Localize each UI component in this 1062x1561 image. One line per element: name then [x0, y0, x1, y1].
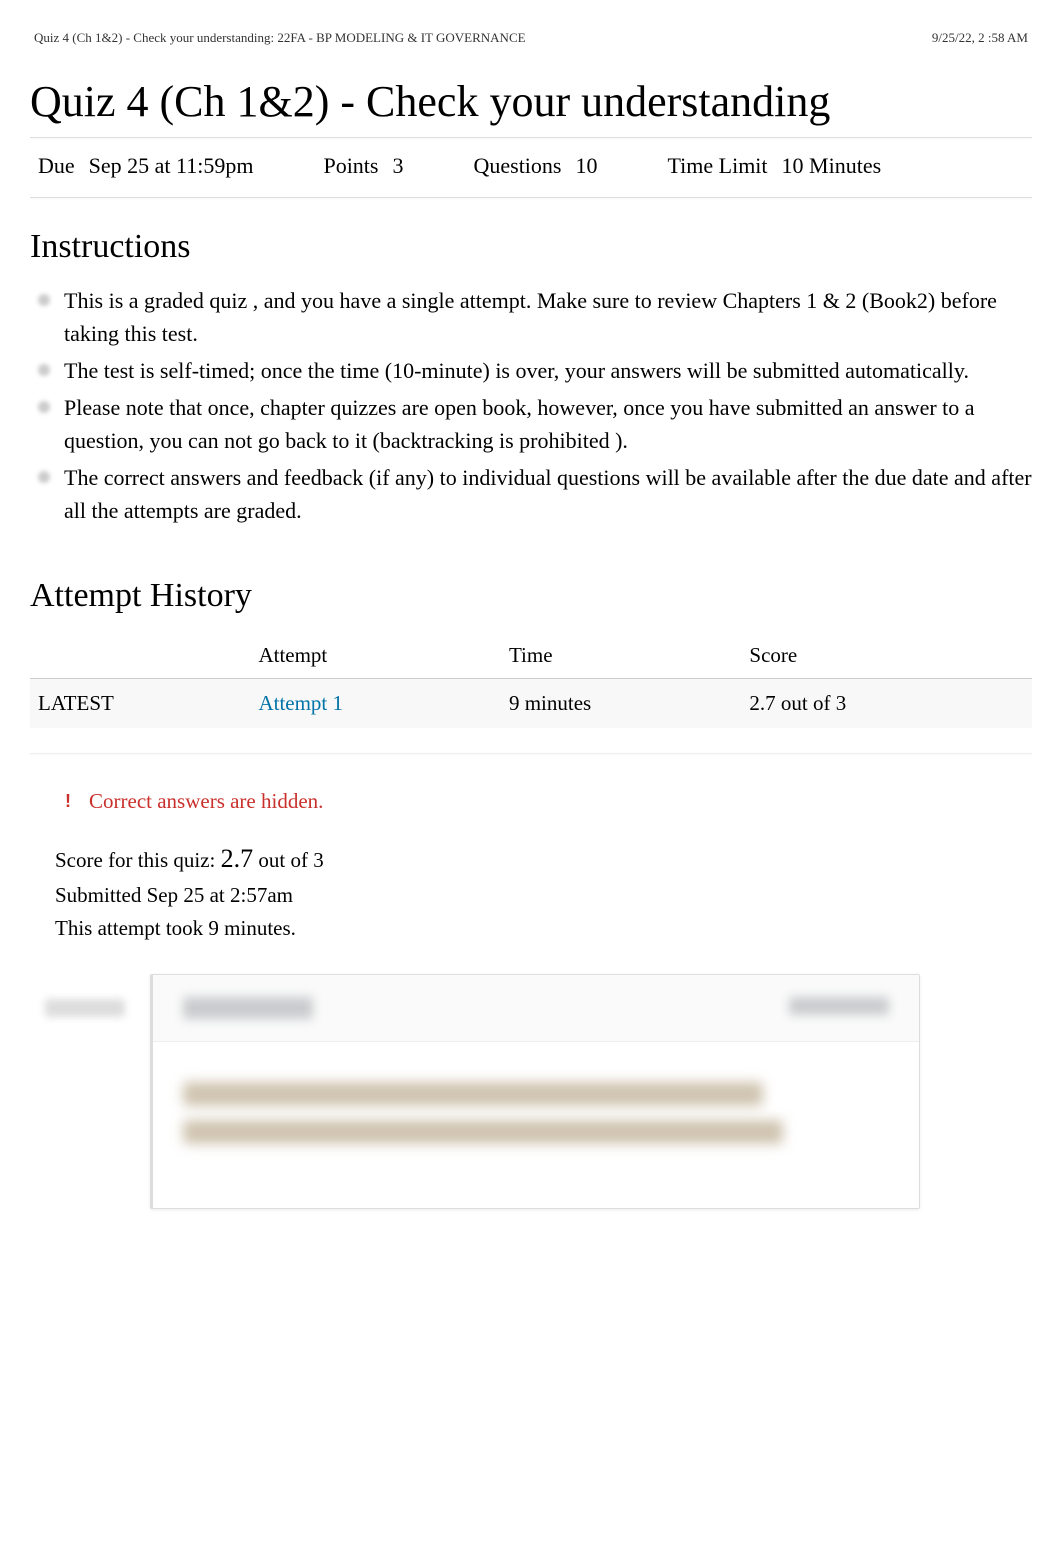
submitted-line: Submitted Sep 25 at 2:57am — [55, 879, 1032, 912]
divider — [30, 197, 1032, 198]
cell-status: LATEST — [30, 679, 250, 729]
question-header — [153, 975, 919, 1042]
duration-line: This attempt took 9 minutes. — [55, 912, 1032, 945]
meta-points-value: 3 — [392, 153, 403, 178]
question-card — [150, 974, 920, 1209]
meta-questions-value: 10 — [575, 153, 597, 178]
meta-due-value: Sep 25 at 11:59pm — [89, 153, 254, 178]
attempt-history-table: Attempt Time Score LATEST Attempt 1 9 mi… — [30, 633, 1032, 728]
instruction-item: This is a graded quiz , and you have a s… — [34, 284, 1032, 350]
hidden-answers-notice: ! Correct answers are hidden. — [65, 789, 1032, 814]
question-body-blurred — [153, 1042, 919, 1208]
meta-due-label: Due — [38, 153, 75, 178]
score-suffix: out of 3 — [258, 848, 323, 872]
header-left: Quiz 4 (Ch 1&2) - Check your understandi… — [34, 30, 526, 46]
meta-points: Points 3 — [323, 153, 403, 179]
header-right: 9/25/22, 2 :58 AM — [932, 30, 1028, 46]
col-status-header — [30, 633, 250, 679]
meta-timelimit-value: 10 Minutes — [782, 153, 882, 178]
attempt-history-heading: Attempt History — [30, 577, 1032, 615]
instruction-item: The correct answers and feedback (if any… — [34, 461, 1032, 527]
table-row: LATEST Attempt 1 9 minutes 2.7 out of 3 — [30, 679, 1032, 729]
meta-questions: Questions 10 — [473, 153, 597, 179]
score-line: Score for this quiz: 2.7 out of 3 — [55, 839, 1032, 879]
score-prefix: Score for this quiz: — [55, 848, 221, 872]
question-card-wrapper — [150, 974, 920, 1209]
col-attempt-header: Attempt — [250, 633, 501, 679]
instructions-list: This is a graded quiz , and you have a s… — [30, 284, 1032, 527]
cell-time: 9 minutes — [501, 679, 741, 729]
blurred-text-line — [183, 1120, 783, 1144]
cell-score: 2.7 out of 3 — [741, 679, 1032, 729]
table-header-row: Attempt Time Score — [30, 633, 1032, 679]
meta-points-label: Points — [323, 153, 378, 178]
question-points-blurred — [789, 997, 889, 1015]
attempt-link[interactable]: Attempt 1 — [258, 691, 343, 715]
score-summary: Score for this quiz: 2.7 out of 3 Submit… — [55, 839, 1032, 944]
hidden-answers-text: Correct answers are hidden. — [89, 789, 323, 814]
col-time-header: Time — [501, 633, 741, 679]
instruction-item: Please note that once, chapter quizzes a… — [34, 391, 1032, 457]
print-header: Quiz 4 (Ch 1&2) - Check your understandi… — [30, 30, 1032, 46]
quiz-meta: Due Sep 25 at 11:59pm Points 3 Questions 10… — [30, 138, 1032, 197]
meta-questions-label: Questions — [473, 153, 561, 178]
question-title-blurred — [183, 997, 313, 1019]
blurred-text-line — [183, 1082, 763, 1106]
score-value: 2.7 — [221, 844, 254, 873]
meta-timelimit: Time Limit 10 Minutes — [667, 153, 881, 179]
divider — [30, 753, 1032, 754]
meta-timelimit-label: Time Limit — [667, 153, 767, 178]
instruction-item: The test is self-timed; once the time (1… — [34, 354, 1032, 387]
meta-due: Due Sep 25 at 11:59pm — [38, 153, 253, 179]
side-label-blurred — [45, 999, 125, 1017]
page-title: Quiz 4 (Ch 1&2) - Check your understandi… — [30, 76, 1032, 127]
instructions-heading: Instructions — [30, 228, 1032, 266]
attempt-history-section: Attempt History Attempt Time Score LATES… — [30, 577, 1032, 728]
col-score-header: Score — [741, 633, 1032, 679]
warning-icon: ! — [65, 791, 71, 812]
